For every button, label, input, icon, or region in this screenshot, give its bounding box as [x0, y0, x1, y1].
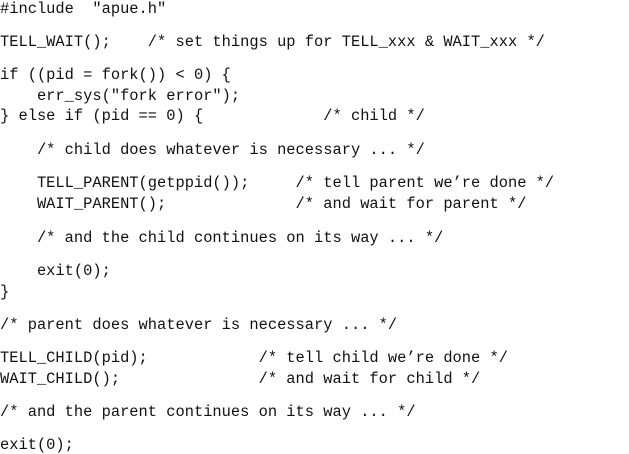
code-line-tell-parent: TELL_PARENT(getppid()); /* tell parent w…: [0, 174, 555, 192]
code-line-parent-continues: /* and the parent continues on its way .…: [0, 403, 416, 421]
code-line-err-sys: err_sys("fork error");: [0, 87, 241, 105]
code-line-parent-exit: exit(0);: [0, 436, 74, 454]
code-line-if-fork: if ((pid = fork()) < 0) {: [0, 66, 231, 84]
code-line-include: #include "apue.h": [0, 0, 167, 18]
code-line-tell-wait: TELL_WAIT(); /* set things up for TELL_x…: [0, 33, 545, 51]
code-line-child-continues: /* and the child continues on its way ..…: [0, 229, 444, 247]
code-line-parent-comment: /* parent does whatever is necessary ...…: [0, 316, 398, 334]
code-line-tell-child: TELL_CHILD(pid); /* tell child we’re don…: [0, 349, 508, 367]
code-line-child-exit: exit(0);: [0, 262, 111, 280]
code-line-wait-parent: WAIT_PARENT(); /* and wait for parent */: [0, 195, 527, 213]
code-line-close-brace: }: [0, 283, 10, 301]
code-listing: #include "apue.h" TELL_WAIT(); /* set th…: [0, 0, 629, 454]
code-line-wait-child: WAIT_CHILD(); /* and wait for child */: [0, 370, 481, 388]
code-line-child-comment: /* child does whatever is necessary ... …: [0, 141, 425, 159]
code-line-else-if-child: } else if (pid == 0) { /* child */: [0, 107, 425, 125]
